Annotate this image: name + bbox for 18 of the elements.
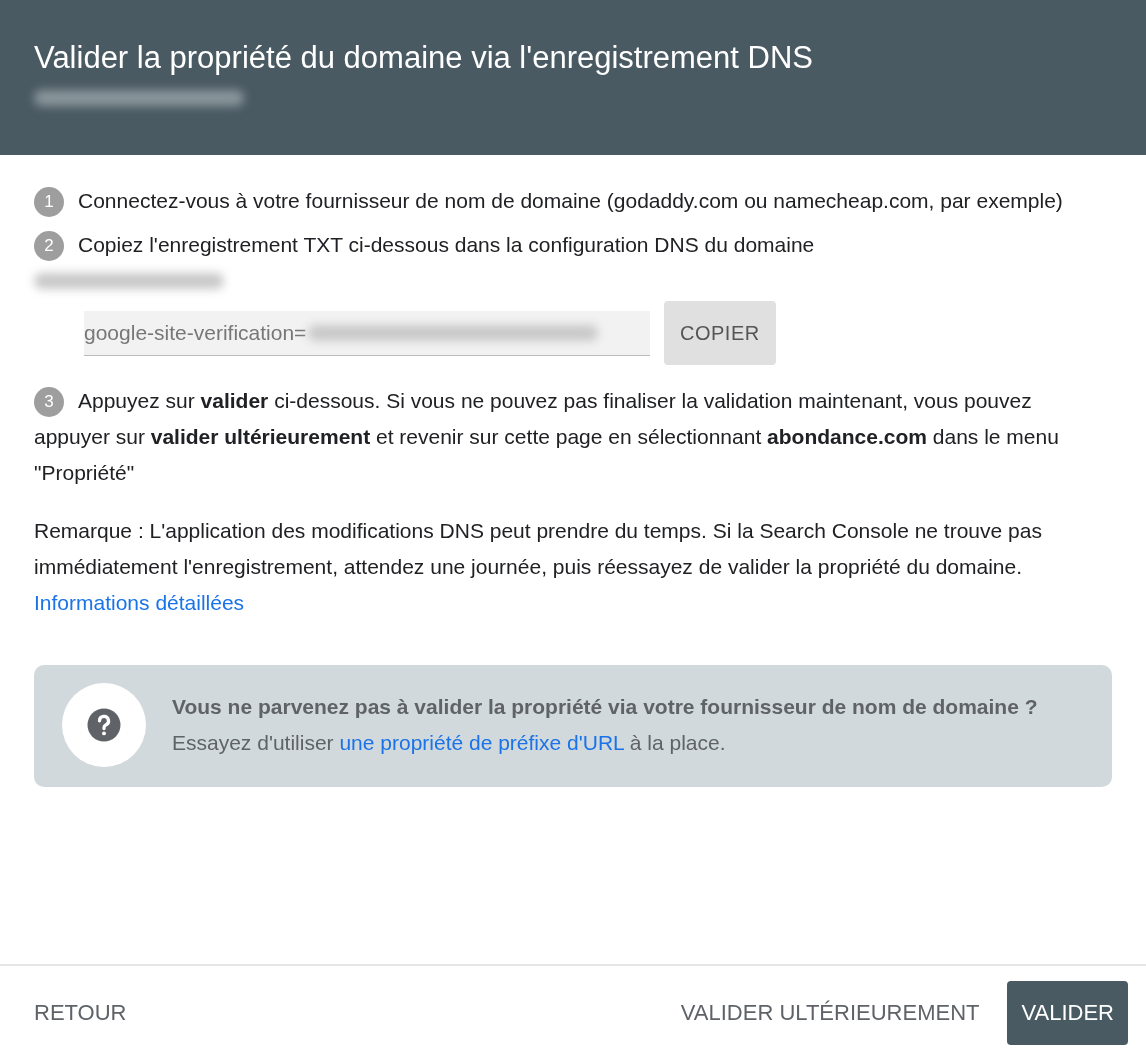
record-field[interactable]: google-site-verification= — [84, 310, 650, 356]
step-text: 1 Connectez-vous à votre fournisseur de nom de domaine (godaddy.com ou namecheap.com, par exemple) — [34, 183, 1112, 219]
validate-later-button[interactable]: VALIDER ULTÉRIEUREMENT — [666, 981, 994, 1045]
back-button[interactable]: RETOUR — [20, 981, 141, 1045]
help-icon — [86, 707, 122, 743]
details-link[interactable]: Informations détaillées — [34, 591, 245, 614]
help-text: Essayez d'utiliser une propriété de préfixe d'URL à la place. — [172, 730, 727, 756]
step-text: 2 Copiez l'enregistrement TXT ci-dessous dans la configuration DNS du domaine — [34, 227, 1112, 263]
note-text: Remarque : L'application des modifications DNS peut prendre du temps. Si la Search Console ne trouve pas immédiatement l'enregistrement, attendez une journée, puis réessayez de valider la propriété du domaine. — [34, 518, 1043, 580]
url-prefix-link[interactable]: une propriété de préfixe d'URL — [339, 731, 624, 754]
step-text: 3 Appuyez sur valider ci-dessous. Si vous ne pouvez pas finaliser la validation maintenant, vous pouvez appuyer sur valider ultérieurement et revenir sur cette page en sélectionnant abondance.com dans le menu "Propriété" — [34, 386, 1060, 486]
copy-button[interactable]: COPIER — [664, 301, 776, 365]
step-number: 2 — [34, 231, 64, 262]
step-number: 3 — [34, 387, 64, 418]
step-number: 1 — [34, 187, 64, 218]
dialog-title: Valider la propriété du domaine via l'enregistrement DNS — [34, 40, 814, 76]
help-title: Vous ne parvenez pas à valider la propriété via votre fournisseur de nom de domaine ? — [172, 694, 1038, 720]
validate-button[interactable]: VALIDER — [1007, 981, 1128, 1045]
